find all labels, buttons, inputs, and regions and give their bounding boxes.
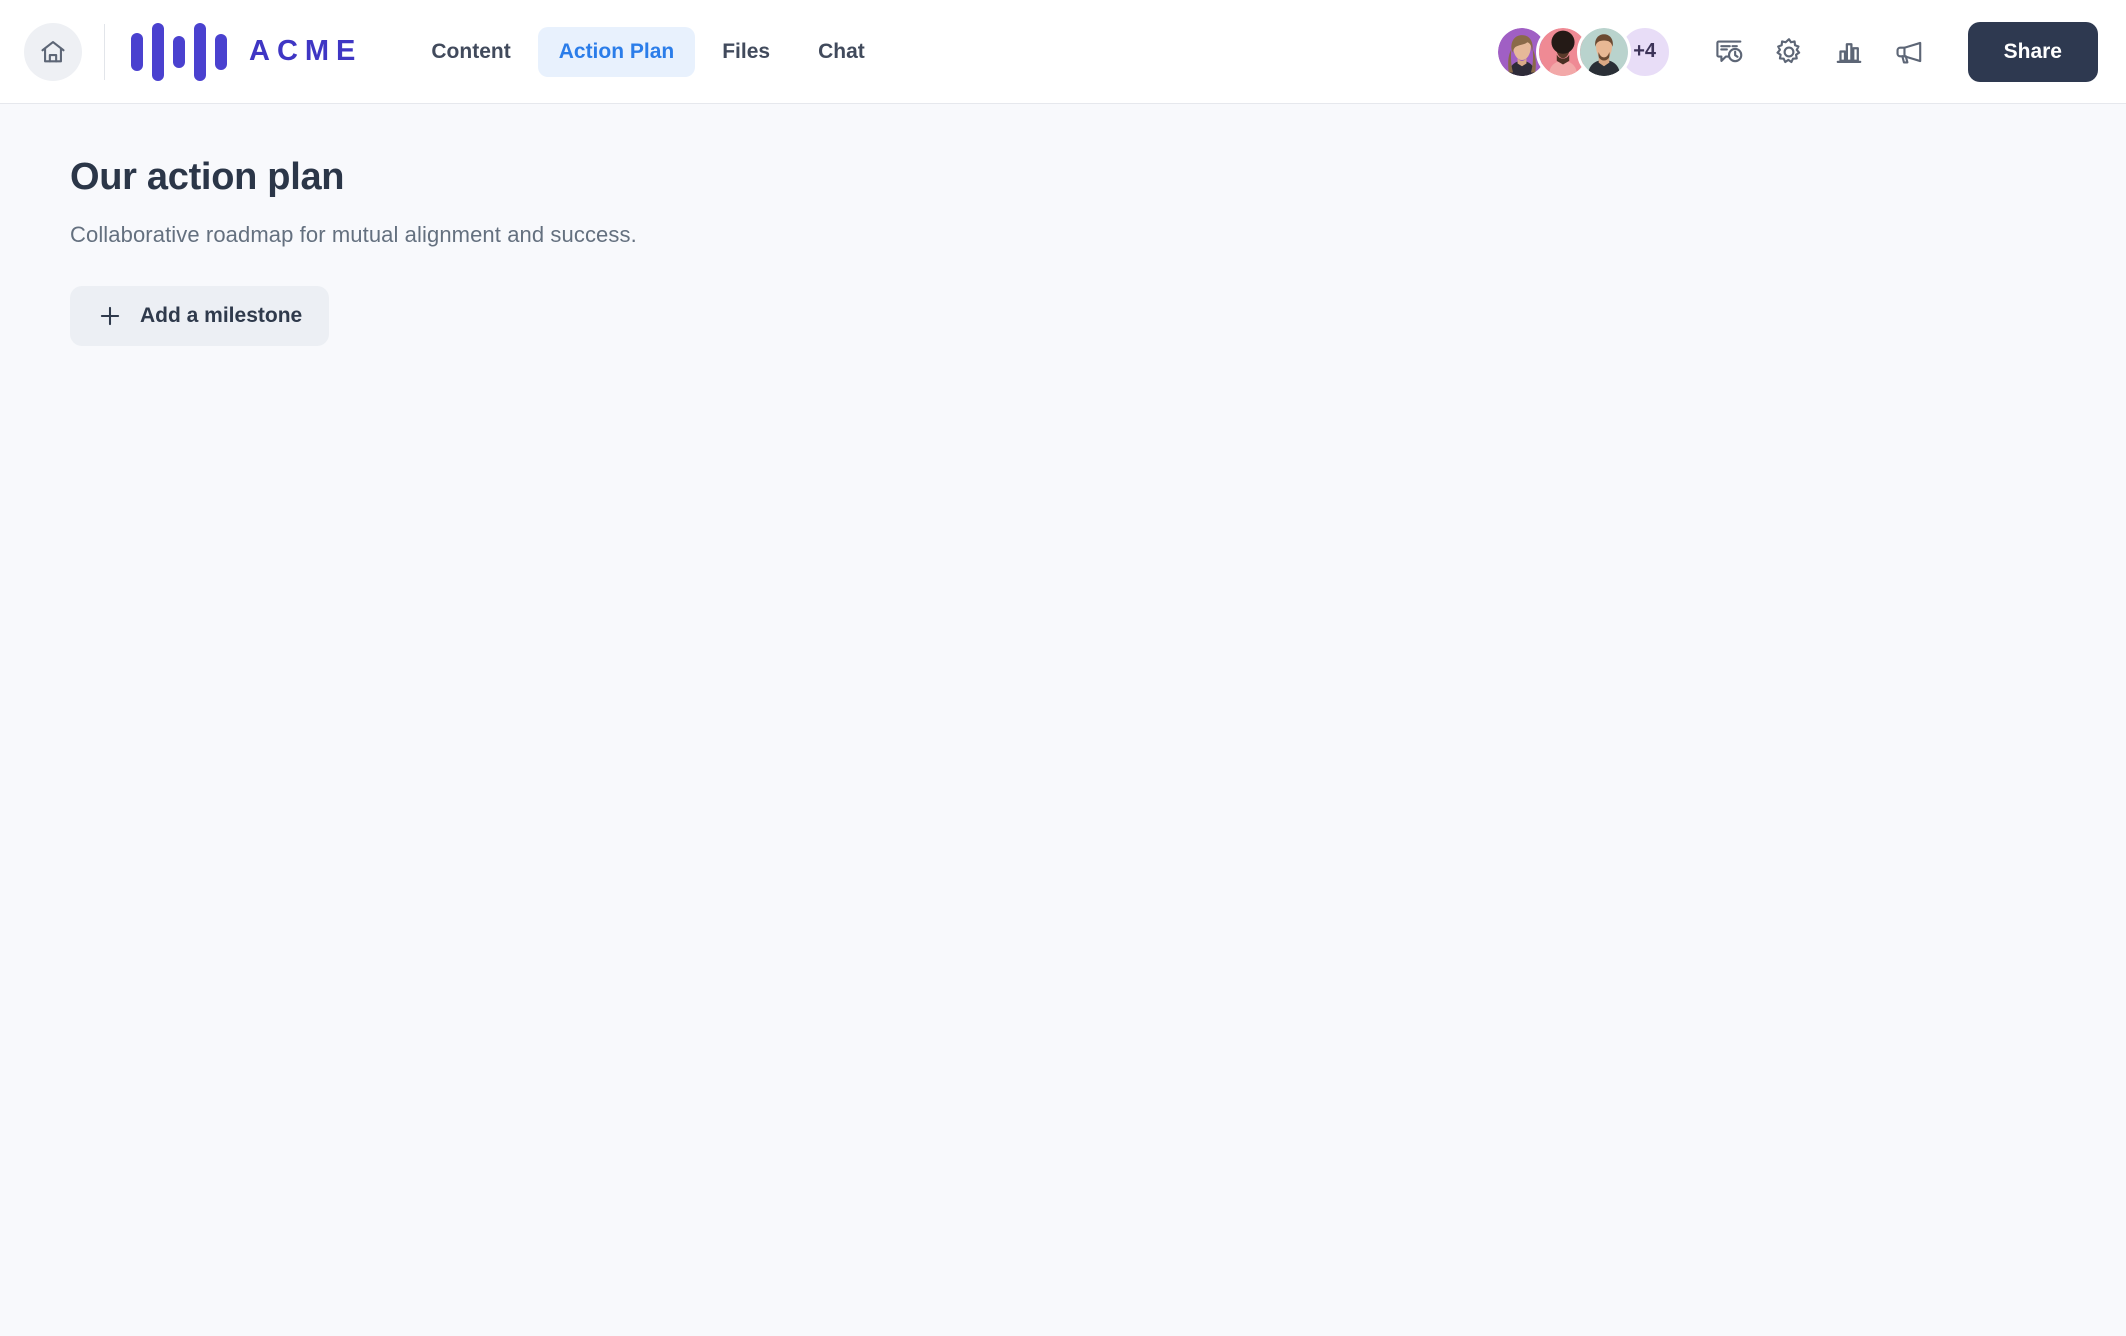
app-header: ACME Content Action Plan Files Chat +4 S… [0, 0, 2126, 104]
settings-button[interactable] [1762, 25, 1816, 79]
nav-tab-action-plan[interactable]: Action Plan [537, 26, 696, 77]
bar-chart-icon [1833, 36, 1865, 68]
main-nav: Content Action Plan Files Chat [410, 26, 886, 77]
avatar[interactable] [1576, 24, 1631, 79]
announcements-button[interactable] [1882, 25, 1936, 79]
page-title: Our action plan [70, 156, 345, 198]
main-content: Our action plan Collaborative roadmap fo… [0, 104, 2126, 1336]
activity-history-icon [1713, 36, 1745, 68]
share-button[interactable]: Share [1967, 21, 2098, 82]
nav-tab-content[interactable]: Content [410, 27, 531, 77]
home-button[interactable] [24, 22, 82, 81]
nav-tab-chat[interactable]: Chat [797, 27, 886, 77]
plus-icon [97, 303, 123, 329]
add-milestone-label: Add a milestone [140, 304, 303, 327]
acme-bars-logo [131, 22, 227, 81]
brand-name: ACME [249, 35, 363, 67]
brand-logo[interactable]: ACME [131, 22, 363, 81]
header-divider [104, 23, 105, 80]
page-subtitle: Collaborative roadmap for mutual alignme… [70, 222, 637, 247]
megaphone-icon [1893, 36, 1925, 68]
add-milestone-button[interactable]: Add a milestone [70, 286, 330, 346]
gear-icon [1773, 36, 1805, 68]
header-actions: +4 Share [1494, 21, 2098, 82]
analytics-button[interactable] [1822, 25, 1876, 79]
home-icon [39, 38, 67, 66]
nav-tab-files[interactable]: Files [701, 27, 791, 77]
avatar-group[interactable]: +4 [1494, 24, 1672, 79]
activity-history-button[interactable] [1702, 25, 1756, 79]
